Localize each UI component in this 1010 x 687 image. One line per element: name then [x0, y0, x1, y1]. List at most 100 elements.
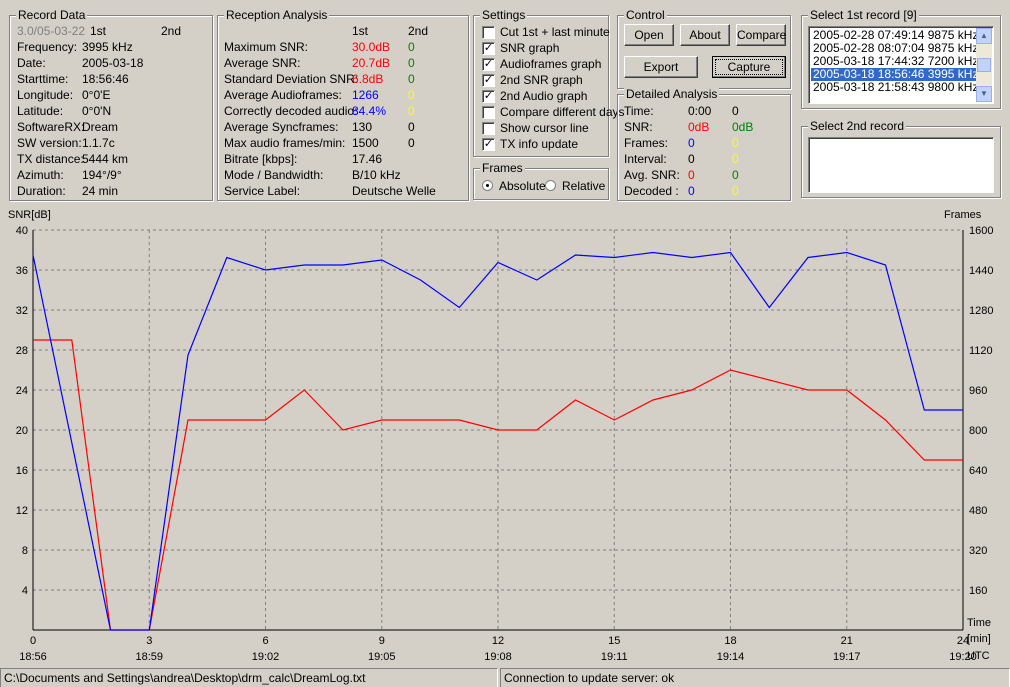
record-label: Starttime:: [17, 72, 69, 86]
scroll-down-icon[interactable]: ▼: [976, 86, 992, 102]
capture-button[interactable]: Capture: [712, 56, 786, 78]
x-unit-label: [min]: [967, 633, 991, 645]
absolute-radio-dot: [482, 180, 493, 191]
detail-value-2nd: 0: [732, 184, 739, 198]
x-time-label: Time: [967, 617, 991, 629]
reception-col1-header: 1st: [352, 24, 369, 38]
y-left-tick-label: 36: [16, 265, 28, 277]
record-value: 24 min: [82, 184, 119, 198]
y-left-tick-label: 16: [16, 465, 28, 477]
detail-value-2nd: 0: [732, 152, 739, 166]
record-label: Frequency:: [17, 40, 78, 54]
x-time-tick-label: 19:08: [484, 651, 512, 663]
detailed-analysis-group: Detailed Analysis Time: 0:00 0 SNR: 0dB 0dB Fr…: [617, 87, 791, 201]
record-col1-header: 1st: [90, 24, 107, 38]
setting-label: Compare different days: [500, 105, 625, 119]
y-right-tick-label: 1120: [969, 345, 993, 357]
reception-value-2nd: 0: [408, 72, 415, 86]
x-tick-label: 15: [608, 635, 620, 647]
reception-value-2nd: 0: [408, 56, 415, 70]
about-button[interactable]: About: [680, 24, 730, 46]
reception-label: Max audio frames/min:: [224, 136, 346, 150]
checkmark-icon: ✓: [482, 74, 495, 87]
compare-button[interactable]: Compare: [736, 24, 786, 46]
snr-frames-chart[interactable]: 4812162024283236401603204806408009601120…: [0, 206, 1010, 666]
open-button[interactable]: Open: [624, 24, 674, 46]
reception-value-1st: B/10 kHz: [352, 168, 401, 182]
y-left-tick-label: 40: [16, 225, 28, 237]
record-data-title: Record Data: [16, 8, 88, 22]
record-value: Dream: [82, 120, 119, 134]
record-data-group: Record Data 3.0/05-03-22 1st 2nd Frequen…: [9, 8, 213, 201]
settings-group: Settings Cut 1st + last minute ✓ SNR graph…: [473, 8, 625, 157]
setting-label: SNR graph: [500, 41, 560, 55]
detail-label: SNR:: [624, 120, 653, 134]
x-time-tick-label: 19:11: [601, 651, 628, 663]
detail-label: Frames:: [624, 136, 669, 150]
x-time-tick-label: 18:56: [19, 651, 47, 663]
y-right-tick-label: 640: [969, 465, 987, 477]
reception-label: Maximum SNR:: [224, 40, 309, 54]
x-time-tick-label: 19:14: [717, 651, 745, 663]
setting-label: Show cursor line: [500, 121, 589, 135]
reception-value-1st: 1266: [352, 88, 379, 102]
record-listbox[interactable]: 2005-02-28 07:49:14 9875 kHz 2005-02-28 0…: [808, 26, 994, 104]
x-time-tick-label: 19:05: [368, 651, 396, 663]
setting-label: 2nd SNR graph: [500, 73, 583, 87]
record-label: Date:: [17, 56, 46, 70]
export-button[interactable]: Export: [624, 56, 698, 78]
reception-value-1st: 20.7dB: [352, 56, 391, 70]
reception-label: Average Syncframes:: [224, 120, 339, 134]
x-tick-label: 6: [262, 635, 268, 647]
x-time-tick-label: 19:17: [833, 651, 861, 663]
reception-title: Reception Analysis: [224, 8, 330, 22]
select-2nd-title: Select 2nd record: [808, 119, 907, 133]
control-title: Control: [624, 8, 667, 22]
reception-value-2nd: 0: [408, 136, 415, 150]
x-tick-label: 18: [724, 635, 736, 647]
y-right-label: Frames: [944, 209, 982, 221]
y-right-tick-label: 1600: [969, 225, 993, 237]
absolute-radio-label: Absolute: [499, 179, 546, 193]
reception-label: Average Audioframes:: [224, 88, 342, 102]
y-left-tick-label: 12: [16, 505, 28, 517]
record-list-item[interactable]: 2005-03-18 21:58:43 9800 kHz: [811, 81, 980, 94]
record-value: 0°0'E: [82, 88, 111, 102]
record-list-scrollbar[interactable]: ▲ ▼: [976, 28, 992, 102]
reception-value-1st: 130: [352, 120, 373, 134]
record-label: SW version:: [17, 136, 82, 150]
x-tick-label: 21: [841, 635, 853, 647]
version-label: 3.0/05-03-22: [17, 24, 86, 38]
y-right-tick-label: 960: [969, 385, 987, 397]
setting-label: Audioframes graph: [500, 57, 602, 71]
y-right-tick-label: 1440: [969, 265, 993, 277]
reception-value-2nd: 0: [408, 88, 415, 102]
y-left-tick-label: 24: [16, 385, 28, 397]
reception-value-2nd: 0: [408, 104, 415, 118]
select-1st-title: Select 1st record [9]: [808, 8, 919, 22]
relative-radio-dot: [545, 180, 556, 191]
reception-analysis-group: Reception Analysis 1st 2nd Maximum SNR: 3…: [217, 8, 469, 201]
setting-label: Cut 1st + last minute: [500, 25, 610, 39]
x-tick-label: 9: [379, 635, 385, 647]
x-tick-label: 0: [30, 635, 36, 647]
reception-label: Bitrate [kbps]:: [224, 152, 298, 166]
detail-label: Avg. SNR:: [624, 168, 680, 182]
y-left-tick-label: 20: [16, 425, 28, 437]
checkbox-empty-icon: [482, 26, 495, 39]
reception-value-2nd: 0: [408, 40, 415, 54]
detail-value-2nd: 0: [732, 168, 739, 182]
record-label: TX distance:: [17, 152, 84, 166]
scroll-up-icon[interactable]: ▲: [976, 28, 992, 44]
detail-value-2nd: 0: [732, 136, 739, 150]
reception-value-2nd: 0: [408, 120, 415, 134]
reception-label: Standard Deviation SNR:: [224, 72, 359, 86]
detail-value-1st: 0: [688, 184, 695, 198]
second-record-listbox[interactable]: [808, 137, 994, 193]
record-value: 3995 kHz: [82, 40, 133, 54]
settings-title: Settings: [480, 8, 528, 22]
scroll-thumb[interactable]: [977, 58, 991, 72]
reception-label: Service Label:: [224, 184, 301, 198]
reception-value-1st: 6.8dB: [352, 72, 384, 86]
record-label: Longitude:: [17, 88, 74, 102]
